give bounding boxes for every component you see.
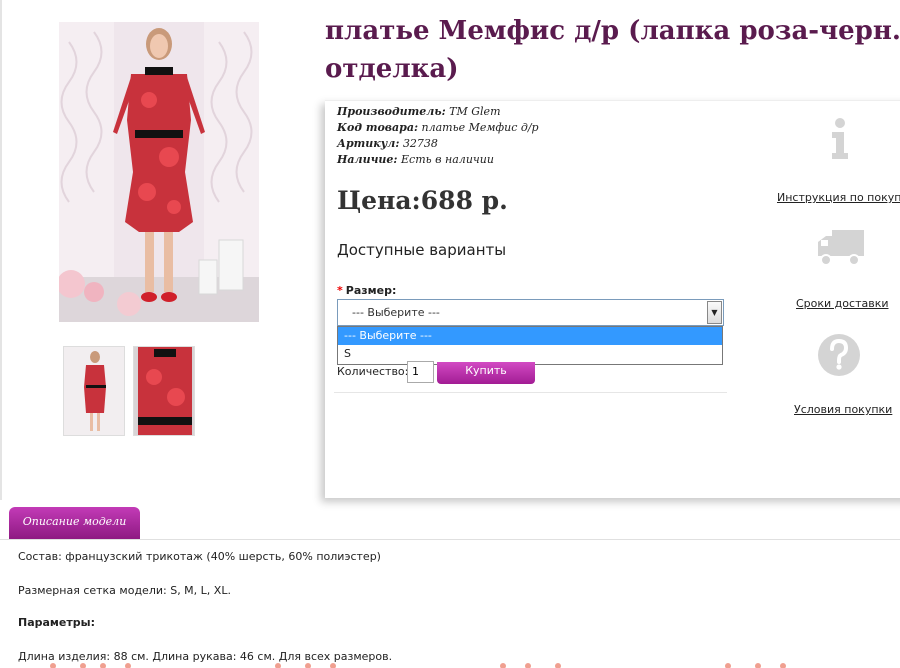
chevron-down-icon[interactable]: ▼ <box>707 301 722 324</box>
product-price: Цена:688 р. <box>337 186 508 215</box>
stock-label: Наличие: <box>337 153 398 166</box>
manufacturer-label: Производитель: <box>337 105 446 118</box>
description-sizes: Размерная сетка модели: S, M, L, XL. <box>18 584 231 597</box>
delivery-truck-icon <box>816 228 866 272</box>
page-left-border <box>0 0 2 500</box>
size-label: * Размер: <box>337 284 396 297</box>
product-title-line-2: отделка) <box>325 54 459 84</box>
delivery-link[interactable]: Сроки доставки <box>796 297 889 310</box>
sku-value: 32738 <box>402 137 438 150</box>
product-thumbnail-1[interactable] <box>63 346 125 436</box>
manufacturer-value: ТМ Glem <box>449 105 501 118</box>
quantity-label: Количество: <box>337 365 409 378</box>
size-select-value: --- Выберите --- <box>352 306 440 319</box>
product-main-image[interactable] <box>59 22 259 322</box>
decorative-strip <box>0 662 900 668</box>
product-title-line-1: платье Мемфис д/р (лапка роза-черн. <box>325 16 900 46</box>
description-composition: Состав: французский трикотаж (40% шерсть… <box>18 550 381 563</box>
variants-heading: Доступные варианты <box>337 241 507 259</box>
product-title: платье Мемфис д/р (лапка роза-черн. отде… <box>325 12 900 88</box>
question-icon <box>817 333 861 381</box>
info-icon <box>829 117 851 163</box>
product-code-label: Код товара: <box>337 121 419 134</box>
stock-value: Есть в наличии <box>401 153 494 166</box>
instruction-link[interactable]: Инструкция по покупке <box>777 191 900 204</box>
sku-label: Артикул: <box>337 137 400 150</box>
tab-divider <box>0 539 900 540</box>
size-select[interactable]: --- Выберите --- ▼ <box>337 299 724 326</box>
divider <box>334 392 727 393</box>
size-label-text: Размер: <box>345 284 397 297</box>
size-option-choose[interactable]: --- Выберите --- <box>338 327 722 345</box>
product-thumbnail-2[interactable] <box>133 346 195 436</box>
buy-button[interactable]: Купить <box>437 362 535 384</box>
product-code-value: платье Мемфис д/р <box>421 121 539 134</box>
quantity-input[interactable]: 1 <box>407 361 434 383</box>
product-meta: Производитель: ТМ Glem Код товара: плать… <box>337 104 539 168</box>
size-option-s[interactable]: S <box>338 345 722 363</box>
description-params-heading: Параметры: <box>18 616 95 629</box>
required-marker: * <box>337 284 343 297</box>
size-dropdown-list[interactable]: --- Выберите --- S <box>337 326 723 365</box>
terms-link[interactable]: Условия покупки <box>794 403 892 416</box>
tab-description[interactable]: Описание модели <box>9 507 140 539</box>
